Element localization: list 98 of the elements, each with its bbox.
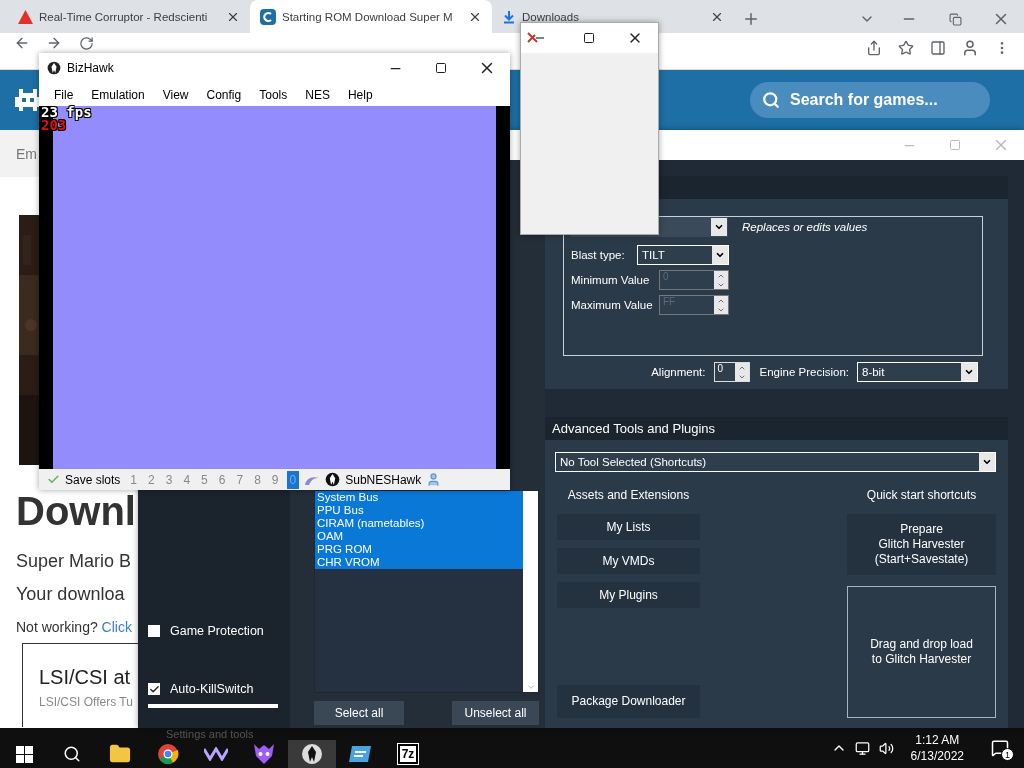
- taskbar-app[interactable]: 7z: [384, 740, 432, 768]
- back-icon[interactable]: [14, 35, 30, 51]
- ad-text: LSI/CSI Offers Tu: [39, 695, 133, 709]
- side-panel-icon[interactable]: [930, 40, 946, 56]
- browser-tab[interactable]: Downloads: [492, 0, 734, 33]
- menu-item[interactable]: File: [45, 87, 83, 102]
- menu-item[interactable]: Emulation: [82, 87, 154, 102]
- download-status: Your downloa: [16, 584, 125, 605]
- precision-dropdown[interactable]: 8-bit: [857, 362, 978, 382]
- logo-icon[interactable]: [15, 87, 41, 113]
- scrollbar[interactable]: [523, 491, 538, 692]
- site-icon: [260, 8, 276, 25]
- list-item[interactable]: System Bus: [315, 491, 523, 504]
- checkbox-label: Game Protection: [170, 624, 264, 638]
- tool-button[interactable]: My Plugins: [557, 582, 700, 608]
- menu-item[interactable]: NES: [296, 87, 339, 102]
- select-button[interactable]: Select all: [314, 701, 404, 725]
- forward-icon[interactable]: [46, 35, 62, 51]
- hawk-icon: [325, 472, 341, 487]
- spin-buttons[interactable]: [734, 363, 749, 381]
- list-item[interactable]: PRG ROM: [315, 543, 523, 556]
- volume-icon[interactable]: [879, 740, 895, 756]
- network-icon[interactable]: [855, 740, 871, 756]
- dropdown-caret[interactable]: [712, 246, 728, 264]
- folder-icon[interactable]: [109, 743, 131, 765]
- archive-icon[interactable]: 7z: [397, 744, 419, 764]
- new-tab-icon[interactable]: [742, 10, 760, 28]
- browser-tab[interactable]: Starting ROM Download Super M: [250, 0, 492, 33]
- star-icon[interactable]: [898, 40, 914, 56]
- field-label: Maximum Value: [571, 299, 651, 311]
- save-slots-label: Save slots: [65, 472, 121, 487]
- checkbox[interactable]: [148, 683, 160, 695]
- search-icon: [762, 91, 780, 109]
- list-item[interactable]: CIRAM (nametables): [315, 517, 523, 530]
- menu-item[interactable]: View: [153, 87, 198, 102]
- menu-item[interactable]: Config: [197, 87, 251, 102]
- help-text: Not working? Click: [16, 619, 132, 635]
- click-link[interactable]: Click: [101, 619, 132, 635]
- wave-icon[interactable]: [204, 747, 228, 761]
- window-title: BizHawk: [67, 61, 114, 75]
- menu-item[interactable]: Help: [338, 87, 382, 102]
- restore-icon[interactable]: [948, 12, 962, 26]
- tools-icon: [527, 32, 545, 44]
- share-icon[interactable]: [866, 40, 882, 56]
- ad-title: LSI/CSI at: [39, 666, 131, 689]
- maximize-icon[interactable]: [435, 62, 447, 74]
- checkbox[interactable]: [148, 625, 160, 637]
- game-title: Super Mario B: [16, 551, 132, 572]
- hawk-icon[interactable]: [301, 743, 323, 765]
- field-label: Alignment:: [651, 366, 706, 378]
- browser-tab[interactable]: Real-Time Corruptor - Redscienti: [8, 0, 250, 33]
- window-icon[interactable]: [348, 744, 372, 764]
- download-icon: [502, 9, 516, 24]
- checkbox-label: Auto-KillSwitch: [170, 682, 254, 696]
- windows-logo-icon[interactable]: [15, 745, 33, 763]
- tool-button[interactable]: My VMDs: [557, 548, 700, 574]
- memory-domain-list[interactable]: System Bus PPU Bus CIRAM (nametables) OAM PRG ROM CHR VROM: [314, 490, 539, 693]
- blast-type-dropdown[interactable]: TILT: [637, 245, 729, 265]
- clock[interactable]: 1:12 AM 6/13/2022: [898, 732, 976, 764]
- hawk-icon: [47, 61, 61, 75]
- taskbar-app[interactable]: [288, 740, 336, 768]
- search-icon[interactable]: [63, 745, 81, 763]
- field-label: Minimum Value: [571, 274, 651, 286]
- settings-label: Settings and tools: [166, 728, 254, 740]
- tool-dropdown[interactable]: No Tool Selected (Shortcuts): [555, 452, 996, 472]
- check-icon: [47, 473, 60, 486]
- reload-icon[interactable]: [78, 35, 94, 51]
- notification-badge: 1: [1001, 748, 1014, 761]
- triangle-icon: [18, 9, 33, 24]
- select-button[interactable]: Unselect all: [452, 701, 539, 725]
- dropdown-caret[interactable]: [961, 363, 977, 381]
- notification-icon[interactable]: [991, 739, 1009, 757]
- user-icon: [426, 472, 442, 487]
- prepare-button[interactable]: Prepare Glitch Harvester (Start+Savestate): [847, 514, 996, 575]
- breadcrumb[interactable]: Em: [16, 145, 37, 162]
- monster-icon[interactable]: [252, 742, 276, 766]
- alignment-spinner[interactable]: 0: [713, 362, 750, 382]
- chrome-icon[interactable]: [157, 743, 179, 765]
- page-heading: Downl: [16, 491, 136, 531]
- menu-item[interactable]: Tools: [250, 87, 297, 102]
- engine-description: Replaces or edits values: [742, 221, 868, 233]
- maximize-icon[interactable]: [583, 32, 595, 44]
- core-name: SubNESHawk: [345, 472, 422, 487]
- tool-button[interactable]: My Lists: [557, 514, 700, 540]
- panel-header: Advanced Tools and Plugins: [545, 417, 1008, 440]
- profile-icon[interactable]: [961, 39, 979, 57]
- column-title: Assets and Extensions: [566, 488, 691, 502]
- list-item[interactable]: PPU Bus: [315, 504, 523, 517]
- column-title: Quick start shortcuts: [865, 488, 978, 502]
- drop-zone[interactable]: Drag and drop load to Glitch Harvester: [847, 586, 996, 718]
- downloader-button[interactable]: Package Downloader: [557, 685, 700, 718]
- dropdown-caret[interactable]: [979, 453, 995, 471]
- search-field[interactable]: Search for games...: [750, 82, 990, 118]
- list-item[interactable]: OAM: [315, 530, 523, 543]
- dropdown-caret[interactable]: [711, 218, 727, 236]
- field-label: Engine Precision:: [759, 366, 849, 378]
- field-label: Blast type:: [571, 249, 626, 261]
- list-item[interactable]: CHR VROM: [315, 556, 523, 569]
